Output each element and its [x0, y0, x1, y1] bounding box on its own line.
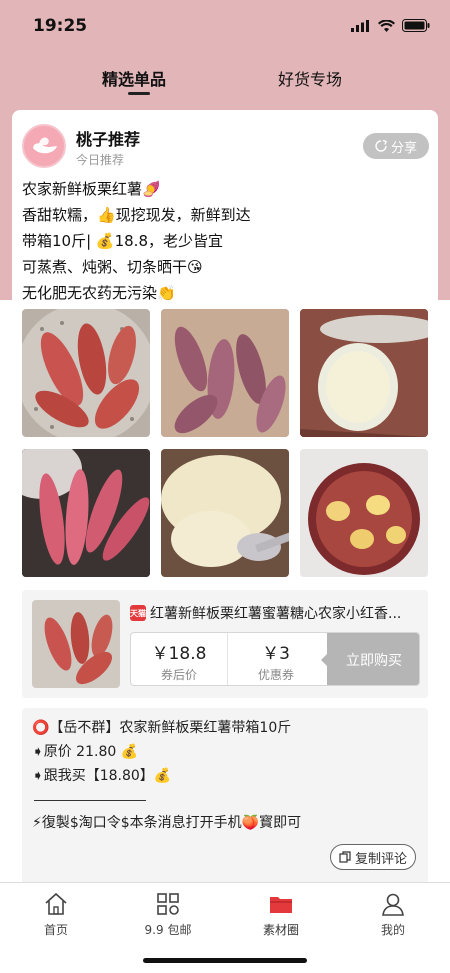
- photo-sweet-potato-steamer[interactable]: [22, 309, 150, 437]
- price-value: ￥18.8: [151, 644, 207, 664]
- post-card: 桃子推荐 今日推荐 分享 农家新鲜板栗红薯🍠 香甜软糯，👍现挖现发，新鲜到达 带…: [12, 110, 438, 890]
- post-text: 农家新鲜板栗红薯🍠 香甜软糯，👍现挖现发，新鲜到达 带箱10斤| 💰18.8，老…: [22, 176, 432, 306]
- coupon-value: ￥3: [262, 644, 290, 664]
- photo-sweet-potato-cut[interactable]: [300, 309, 428, 437]
- post-line: 香甜软糯，👍现挖现发，新鲜到达: [22, 206, 251, 224]
- comment-line: ⭕【岳不群】农家新鲜板栗红薯带箱10斤: [32, 720, 292, 736]
- nav-label: 首页: [43, 923, 68, 937]
- home-icon: [45, 892, 67, 915]
- comment-box: ⭕【岳不群】农家新鲜板栗红薯带箱10斤 ➧原价 21.80 💰 ➧跟我买【18.…: [22, 708, 428, 890]
- coupon-label: 优惠券: [257, 668, 294, 682]
- price-box: ￥18.8 券后价 ￥3 优惠券 立即购买: [130, 632, 420, 686]
- price-column: ￥18.8 券后价: [131, 633, 227, 685]
- folder-icon: [270, 897, 292, 913]
- copy-comment-button[interactable]: 复制评论: [330, 844, 416, 870]
- post-line: 带箱10斤| 💰18.8，老少皆宜: [22, 232, 223, 250]
- copy-label: 复制评论: [354, 851, 407, 867]
- post-line: 农家新鲜板栗红薯🍠: [22, 180, 161, 198]
- grid-icon: [157, 893, 179, 915]
- buy-now-button[interactable]: 立即购买: [327, 633, 419, 685]
- nav-label: 素材圈: [262, 923, 299, 937]
- comment-divider: [34, 800, 146, 801]
- copy-icon: [339, 851, 351, 863]
- post-line: 无化肥无农药无污染👏: [22, 284, 176, 302]
- top-tabs: 精选单品 好货专场: [0, 56, 450, 104]
- price-label: 券后价: [160, 668, 197, 682]
- comment-line: ➧跟我买【18.80】💰: [32, 768, 172, 784]
- share-label: 分享: [390, 140, 417, 156]
- signal-icon: [351, 19, 369, 32]
- author-name[interactable]: 桃子推荐: [76, 126, 140, 150]
- status-time: 19:25: [33, 16, 88, 36]
- comment-text: ⭕【岳不群】农家新鲜板栗红薯带箱10斤 ➧原价 21.80 💰 ➧跟我买【18.…: [32, 716, 422, 788]
- wifi-icon: [378, 19, 395, 32]
- post-line: 可蒸煮、炖粥、切条晒干😘: [22, 258, 203, 276]
- nav-label: 我的: [380, 923, 405, 937]
- active-tab-indicator: [128, 92, 150, 95]
- tmall-badge: 天猫: [130, 605, 146, 621]
- product-card[interactable]: 天猫 红薯新鲜板栗红薯蜜薯糖心农家小红香... ￥18.8 券后价 ￥3 优惠券…: [22, 590, 428, 698]
- tab-special[interactable]: 好货专场: [278, 66, 342, 90]
- tab-featured[interactable]: 精选单品: [102, 66, 166, 90]
- product-image[interactable]: [32, 600, 120, 688]
- comment-footer: ⚡復製$淘口令$本条消息打开手机🍑寳即可: [32, 815, 302, 831]
- nav-home[interactable]: 首页: [11, 891, 101, 938]
- avatar[interactable]: [22, 124, 66, 168]
- image-grid: [22, 309, 428, 577]
- nav-mine[interactable]: 我的: [348, 891, 438, 938]
- nav-free-shipping[interactable]: 9.9 包邮: [123, 891, 213, 938]
- user-icon: [382, 893, 404, 916]
- coupon-column: ￥3 优惠券: [228, 633, 324, 685]
- photo-sweet-potato-mashed[interactable]: [161, 449, 289, 577]
- home-indicator: [143, 958, 307, 963]
- photo-sweet-potato-plate[interactable]: [300, 449, 428, 577]
- status-icons: [351, 19, 430, 32]
- comment-line: ➧原价 21.80 💰: [32, 744, 139, 760]
- status-bar: 19:25: [0, 0, 450, 54]
- share-button[interactable]: 分享: [363, 133, 429, 159]
- post-subtitle: 今日推荐: [76, 153, 125, 167]
- product-title[interactable]: 红薯新鲜板栗红薯蜜薯糖心农家小红香...: [150, 603, 420, 623]
- photo-sweet-potato-box[interactable]: [161, 309, 289, 437]
- share-icon: [375, 140, 387, 152]
- nav-label: 9.9 包邮: [144, 923, 192, 937]
- battery-icon: [402, 19, 430, 32]
- photo-sweet-potato-bowl[interactable]: [22, 449, 150, 577]
- hand-logo-icon: [33, 137, 57, 154]
- nav-material[interactable]: 素材圈: [236, 891, 326, 938]
